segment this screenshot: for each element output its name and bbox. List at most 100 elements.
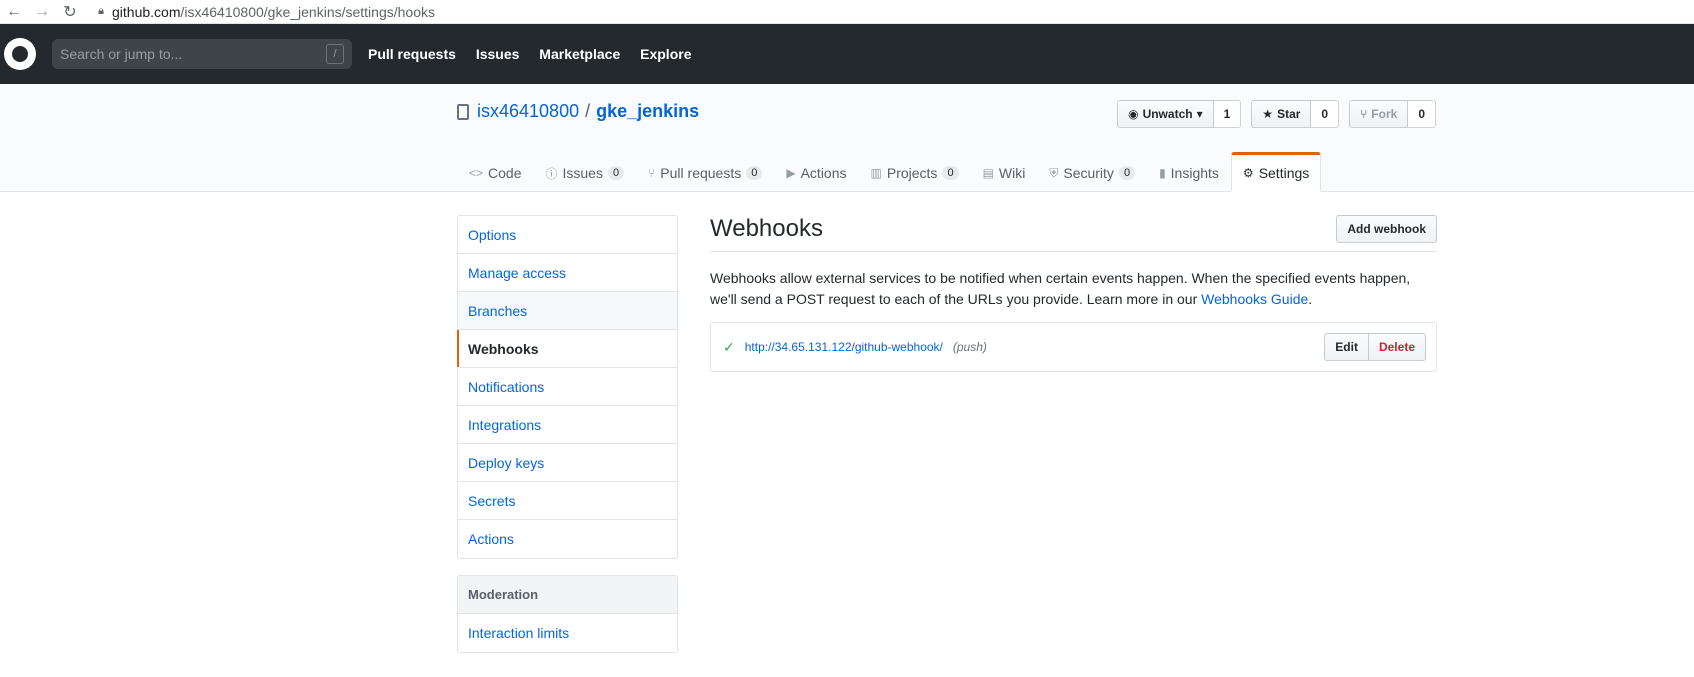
global-nav: Pull requests Issues Marketplace Explore: [368, 46, 707, 62]
repo-icon: [457, 103, 469, 120]
webhook-list-item: ✓ http://34.65.131.122/github-webhook/ (…: [710, 322, 1437, 372]
tab-counter: 0: [746, 166, 763, 180]
tab-label: Wiki: [998, 165, 1026, 181]
issue-icon: ⓘ: [545, 166, 558, 181]
menu-item-notifications[interactable]: Notifications: [458, 368, 677, 406]
star-group: ★ Star 0: [1251, 100, 1340, 128]
star-button[interactable]: ★ Star: [1251, 100, 1312, 128]
menu-item-deploy-keys[interactable]: Deploy keys: [458, 444, 677, 482]
webhook-actions: Edit Delete: [1324, 333, 1426, 361]
tab-label: Insights: [1170, 165, 1219, 181]
webhook-info: ✓ http://34.65.131.122/github-webhook/ (…: [723, 339, 987, 356]
menu-item-actions[interactable]: Actions: [458, 520, 677, 558]
caret-down-icon: ▾: [1196, 107, 1203, 121]
pull-request-icon: ⑂: [648, 166, 656, 180]
tab-label: Code: [488, 165, 522, 181]
webhooks-subhead: Webhooks Add webhook: [710, 215, 1437, 252]
back-icon[interactable]: ←: [0, 3, 28, 21]
menu-item-webhooks[interactable]: Webhooks: [457, 330, 677, 368]
delete-webhook-button[interactable]: Delete: [1368, 333, 1426, 361]
github-logo-icon[interactable]: [4, 38, 36, 70]
tab-wiki[interactable]: ▤ Wiki: [971, 152, 1038, 192]
book-icon: ▤: [982, 166, 994, 180]
repo-title: isx46410800 / gke_jenkins: [457, 101, 699, 122]
shield-icon: ⛨: [1049, 165, 1059, 180]
tab-label: Security: [1063, 165, 1114, 181]
edit-webhook-button[interactable]: Edit: [1324, 333, 1369, 361]
unwatch-button[interactable]: ◉ Unwatch ▾: [1117, 100, 1214, 128]
moderation-menu: Moderation Interaction limits: [457, 575, 678, 653]
url-host: github.com: [112, 3, 181, 20]
repo-separator: /: [585, 101, 591, 121]
fork-group: ⑂ Fork 0: [1349, 100, 1436, 128]
tab-label: Actions: [800, 165, 847, 181]
menu-item-integrations[interactable]: Integrations: [458, 406, 677, 444]
star-icon: ★: [1262, 107, 1274, 121]
check-icon: ✓: [723, 338, 735, 355]
tab-label: Projects: [886, 165, 938, 181]
search-shortcut-key: /: [326, 44, 344, 64]
tab-pull-requests[interactable]: ⑂ Pull requests 0: [636, 152, 774, 192]
nav-explore[interactable]: Explore: [640, 46, 691, 62]
nav-marketplace[interactable]: Marketplace: [539, 46, 620, 62]
add-webhook-button[interactable]: Add webhook: [1336, 215, 1437, 243]
repo-header: isx46410800 / gke_jenkins ◉ Unwatch ▾ 1 …: [0, 84, 1694, 192]
webhook-events: (push): [952, 340, 987, 354]
tab-counter: 0: [942, 166, 959, 180]
watch-count[interactable]: 1: [1213, 100, 1242, 128]
github-header: Search or jump to... / Pull requests Iss…: [0, 24, 1694, 84]
menu-item-options[interactable]: Options: [458, 216, 677, 254]
fork-count[interactable]: 0: [1408, 100, 1436, 128]
star-label: Star: [1277, 107, 1301, 121]
tab-insights[interactable]: ▮ Insights: [1147, 152, 1231, 192]
unwatch-label: Unwatch: [1142, 107, 1193, 121]
fork-icon: ⑂: [1360, 107, 1368, 121]
moderation-heading: Moderation: [458, 576, 677, 614]
repo-owner-link[interactable]: isx46410800: [477, 101, 579, 122]
tab-projects[interactable]: ▥ Projects 0: [859, 152, 971, 192]
nav-issues[interactable]: Issues: [476, 46, 520, 62]
lock-icon: 🔒︎: [98, 5, 104, 17]
description-end: .: [1308, 291, 1313, 307]
search-input[interactable]: Search or jump to... /: [52, 39, 352, 69]
webhook-url-link[interactable]: http://34.65.131.122/github-webhook/: [745, 340, 943, 354]
play-icon: ▶: [786, 166, 796, 180]
forward-icon[interactable]: →: [28, 3, 56, 21]
page-title: Webhooks: [710, 215, 823, 242]
tab-code[interactable]: <> Code: [457, 152, 533, 192]
gear-icon: ⚙: [1242, 166, 1254, 180]
repo-actions: ◉ Unwatch ▾ 1 ★ Star 0 ⑂ Fork 0: [1117, 100, 1436, 128]
menu-item-interaction-limits[interactable]: Interaction limits: [458, 614, 677, 652]
tab-label: Pull requests: [660, 165, 742, 181]
star-count[interactable]: 0: [1311, 100, 1340, 128]
menu-item-branches[interactable]: Branches: [458, 292, 677, 330]
tab-settings[interactable]: ⚙ Settings: [1230, 152, 1322, 192]
webhooks-description: Webhooks allow external services to be n…: [710, 268, 1437, 310]
tab-label: Issues: [562, 165, 603, 181]
code-icon: <>: [469, 166, 484, 180]
tab-counter: 0: [1118, 166, 1136, 180]
settings-menu: Options Manage access Branches Webhooks …: [457, 215, 678, 559]
repo-name-link[interactable]: gke_jenkins: [596, 101, 699, 122]
nav-pull-requests[interactable]: Pull requests: [368, 46, 456, 62]
menu-item-secrets[interactable]: Secrets: [458, 482, 677, 520]
webhooks-guide-link[interactable]: Webhooks Guide: [1201, 291, 1308, 307]
graph-icon: ▮: [1159, 166, 1166, 180]
tab-label: Settings: [1258, 165, 1310, 181]
tab-issues[interactable]: ⓘ Issues 0: [533, 152, 636, 192]
tab-counter: 0: [607, 166, 625, 180]
reload-icon[interactable]: ↻: [56, 2, 84, 22]
url-path: /isx46410800/gke_jenkins/settings/hooks: [180, 3, 435, 20]
project-icon: ▥: [870, 166, 882, 180]
watch-group: ◉ Unwatch ▾ 1: [1117, 100, 1242, 128]
tab-security[interactable]: ⛨ Security 0: [1037, 152, 1147, 192]
webhooks-content: Webhooks Add webhook Webhooks allow exte…: [710, 215, 1437, 372]
fork-button[interactable]: ⑂ Fork: [1349, 100, 1409, 128]
menu-item-manage-access[interactable]: Manage access: [458, 254, 677, 292]
address-bar[interactable]: github.com/isx46410800/gke_jenkins/setti…: [112, 4, 435, 20]
repo-tabs: <> Code ⓘ Issues 0 ⑂ Pull requests 0 ▶ Actions…: [457, 152, 1322, 192]
tab-actions[interactable]: ▶ Actions: [774, 152, 858, 192]
browser-toolbar: ← → ↻ 🔒︎ github.com/isx46410800/gke_jenk…: [0, 0, 1694, 24]
eye-icon: ◉: [1128, 107, 1139, 121]
fork-label: Fork: [1371, 107, 1398, 121]
